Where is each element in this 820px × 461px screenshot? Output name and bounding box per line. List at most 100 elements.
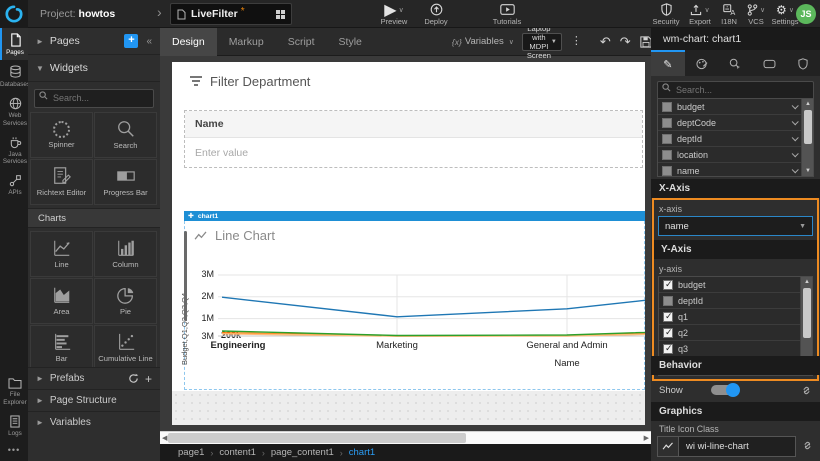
refresh-icon[interactable] bbox=[128, 373, 139, 384]
tab-security[interactable] bbox=[786, 50, 820, 76]
widget-selection-bar[interactable]: ✚ chart1 bbox=[184, 211, 645, 221]
x-axis-select[interactable]: name ▼ bbox=[658, 216, 813, 236]
add-prefab-icon[interactable]: + bbox=[145, 372, 152, 386]
widget-tile-search[interactable]: Search bbox=[94, 112, 157, 158]
variables-button[interactable]: {x} Variables ∨ bbox=[452, 36, 514, 47]
show-toggle[interactable] bbox=[711, 385, 739, 395]
chart-tile-bar[interactable]: Bar bbox=[30, 325, 93, 367]
security-button[interactable]: Security bbox=[648, 3, 684, 26]
chart-tile-area[interactable]: Area bbox=[30, 278, 93, 324]
widgets-section-header[interactable]: ▼ Widgets bbox=[28, 55, 160, 82]
collapse-panel-icon[interactable]: « bbox=[146, 36, 152, 47]
scrollbar-thumb[interactable] bbox=[804, 110, 812, 144]
rail-item-apis[interactable]: APIs bbox=[0, 169, 28, 200]
bind-icon[interactable] bbox=[801, 385, 812, 396]
breadcrumb-content1[interactable]: content1 bbox=[219, 447, 255, 458]
tab-properties[interactable]: ✎ bbox=[651, 50, 685, 76]
rail-item-logs[interactable]: Logs bbox=[0, 410, 28, 441]
tab-device[interactable] bbox=[752, 50, 786, 76]
move-handle-icon[interactable]: ✚ bbox=[188, 213, 194, 220]
canvas-horizontal-scrollbar[interactable]: ◀ ▶ bbox=[160, 431, 651, 444]
field-row-location[interactable]: location bbox=[658, 147, 801, 163]
chart-tile-column[interactable]: Column bbox=[94, 231, 157, 277]
checkbox[interactable] bbox=[662, 102, 672, 112]
chevron-down-icon[interactable] bbox=[792, 134, 799, 141]
prefabs-section-header[interactable]: ► Prefabs + bbox=[28, 367, 160, 389]
tab-design[interactable]: Design bbox=[160, 28, 217, 56]
tab-inspect[interactable] bbox=[719, 50, 753, 76]
page-tab-livefilter[interactable]: LiveFilter * bbox=[170, 3, 292, 25]
checkbox[interactable] bbox=[662, 166, 672, 176]
project-name[interactable]: Project: howtos bbox=[40, 8, 115, 20]
page-structure-section-header[interactable]: ► Page Structure bbox=[28, 389, 160, 411]
export-button[interactable]: ∨ Export bbox=[684, 3, 716, 26]
pages-section-header[interactable]: ► Pages + « bbox=[28, 28, 160, 55]
tab-styles[interactable] bbox=[685, 50, 719, 76]
checkbox[interactable] bbox=[662, 150, 672, 160]
checkbox[interactable] bbox=[662, 134, 672, 144]
widget-tile-richtext-editor[interactable]: Richtext Editor bbox=[30, 159, 93, 205]
wavemaker-logo[interactable] bbox=[0, 0, 28, 28]
widget-tile-progress-bar[interactable]: Progress Bar bbox=[94, 159, 157, 205]
field-row-deptcode[interactable]: deptCode bbox=[658, 115, 801, 131]
field-row-budget[interactable]: budget bbox=[658, 99, 801, 115]
checkbox[interactable] bbox=[663, 296, 673, 306]
kebab-menu-icon[interactable]: ⋮ bbox=[571, 36, 582, 47]
chevron-down-icon[interactable] bbox=[792, 118, 799, 125]
breadcrumb-page1[interactable]: page1 bbox=[178, 447, 204, 458]
widget-search-input[interactable] bbox=[34, 89, 154, 108]
save-icon[interactable] bbox=[640, 36, 652, 48]
scroll-right-arrow[interactable]: ▶ bbox=[644, 434, 649, 442]
undo-icon[interactable]: ↶ bbox=[600, 35, 611, 48]
widget-tile-spinner[interactable]: Spinner bbox=[30, 112, 93, 158]
checkbox[interactable] bbox=[663, 344, 673, 354]
pages-grid-icon[interactable] bbox=[276, 10, 285, 19]
rail-item-java-services[interactable]: Java Services bbox=[0, 131, 28, 169]
filter-panel-title[interactable]: Filter Department bbox=[190, 74, 310, 89]
device-selector[interactable]: Laptop with MDPI Screen ▼ bbox=[522, 33, 562, 51]
rail-item-file-explorer[interactable]: File Explorer bbox=[0, 372, 28, 409]
field-row-deptid[interactable]: deptId bbox=[658, 131, 801, 147]
chevron-down-icon[interactable] bbox=[792, 102, 799, 109]
livefilter-widget[interactable]: Name bbox=[184, 110, 643, 168]
bind-icon[interactable] bbox=[802, 440, 813, 451]
rail-item-databases[interactable]: Databases bbox=[0, 60, 28, 92]
rail-item-web-services[interactable]: Web Services bbox=[0, 92, 28, 130]
y-option-budget[interactable]: budget bbox=[659, 277, 800, 293]
y-option-q1[interactable]: q1 bbox=[659, 309, 800, 325]
chart-tile-pie[interactable]: Pie bbox=[94, 278, 157, 324]
tab-markup[interactable]: Markup bbox=[217, 28, 276, 56]
checkbox[interactable] bbox=[663, 328, 673, 338]
chevron-down-icon[interactable] bbox=[792, 166, 799, 173]
checkbox[interactable] bbox=[663, 312, 673, 322]
i18n-button[interactable]: A I18N bbox=[716, 3, 742, 26]
preview-button[interactable]: ▶∨ Preview bbox=[374, 3, 414, 26]
scrollbar-thumb[interactable] bbox=[168, 433, 466, 443]
y-option-q2[interactable]: q2 bbox=[659, 325, 800, 341]
breadcrumb-page-content1[interactable]: page_content1 bbox=[271, 447, 334, 458]
checkbox[interactable] bbox=[663, 280, 673, 290]
deploy-button[interactable]: Deploy bbox=[418, 3, 454, 26]
checkbox[interactable] bbox=[662, 118, 672, 128]
scrollbar-thumb[interactable] bbox=[803, 288, 811, 338]
variables-section-header[interactable]: ► Variables bbox=[28, 411, 160, 433]
fields-list-scrollbar[interactable]: ▲ ▼ bbox=[801, 99, 813, 176]
tab-style[interactable]: Style bbox=[327, 28, 374, 56]
scroll-up-arrow[interactable]: ▲ bbox=[801, 277, 813, 287]
tutorials-button[interactable]: Tutorials bbox=[486, 3, 528, 26]
rail-overflow-menu[interactable]: ••• bbox=[0, 441, 28, 461]
y-option-q3[interactable]: q3 bbox=[659, 341, 800, 357]
scroll-left-arrow[interactable]: ◀ bbox=[162, 434, 167, 442]
y-option-deptid[interactable]: deptId bbox=[659, 293, 800, 309]
chart-tile-cumulative-line[interactable]: Cumulative Line bbox=[94, 325, 157, 367]
rail-item-pages[interactable]: Pages bbox=[0, 28, 28, 60]
scroll-up-arrow[interactable]: ▲ bbox=[802, 99, 814, 109]
name-field-input[interactable] bbox=[185, 147, 642, 159]
scroll-down-arrow[interactable]: ▼ bbox=[802, 166, 814, 176]
panel-scrollbar-thumb[interactable] bbox=[184, 231, 187, 321]
properties-search-input[interactable] bbox=[657, 81, 814, 100]
field-row-name[interactable]: name bbox=[658, 163, 801, 177]
redo-icon[interactable]: ↷ bbox=[620, 35, 631, 48]
add-page-button[interactable]: + bbox=[124, 34, 138, 48]
chevron-down-icon[interactable] bbox=[792, 150, 799, 157]
